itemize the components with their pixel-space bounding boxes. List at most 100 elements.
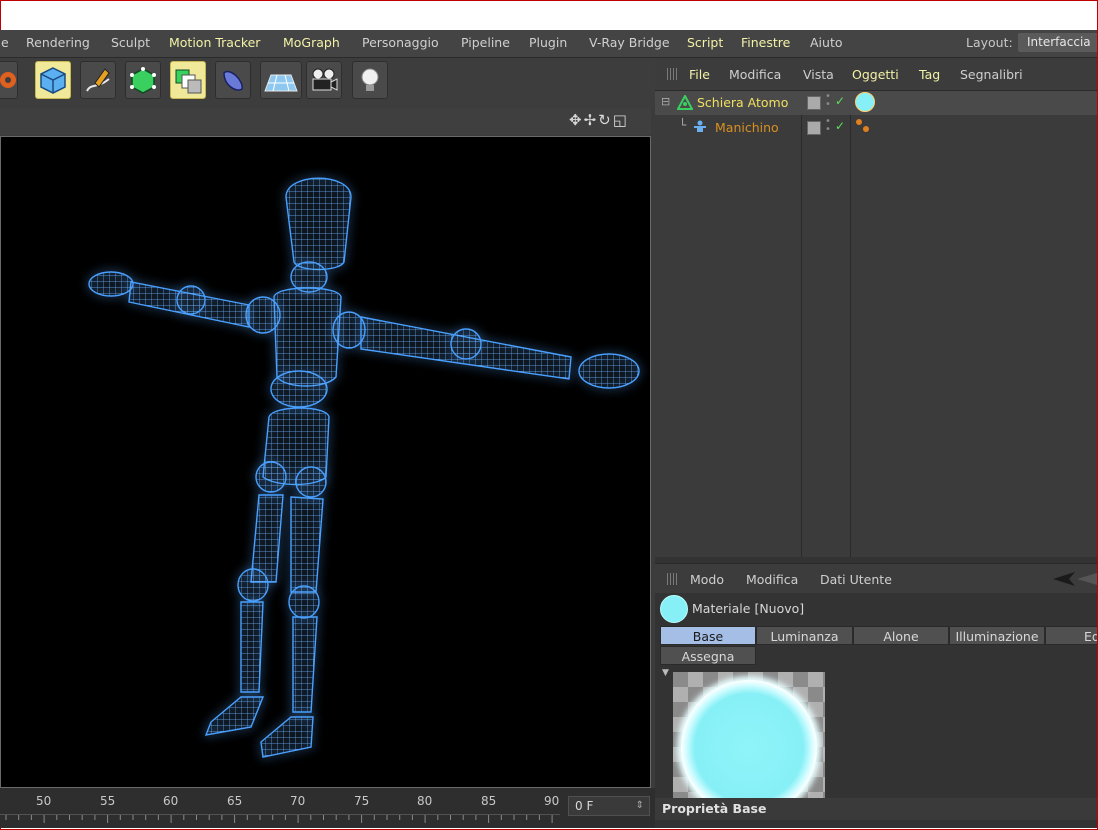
am-menu-dati-utente[interactable]: Dati Utente <box>820 572 892 587</box>
object-manager: ⊟ Schiera Atomo • • ✓ └ Manichino • • ✓ <box>655 91 1097 557</box>
menu-pipeline[interactable]: Pipeline <box>461 35 510 50</box>
floor-icon <box>264 74 298 92</box>
tab-edit[interactable]: Edit <box>1045 626 1097 645</box>
menu-rendering[interactable]: Rendering <box>26 35 90 50</box>
figure-icon <box>694 120 706 132</box>
tree-branch-icon: └ <box>679 118 687 132</box>
render-settings-icon <box>0 72 16 88</box>
camera-button[interactable] <box>306 61 342 99</box>
pen-spline-icon <box>86 68 110 92</box>
om-menu-vista[interactable]: Vista <box>803 67 834 82</box>
enabled-check-icon[interactable]: ✓ <box>835 94 845 108</box>
layout-dropdown[interactable]: Interfaccia <box>1018 33 1097 52</box>
array-tool-button[interactable] <box>170 61 206 99</box>
material-tabs: Base Luminanza Alone Illuminazione Edit … <box>660 626 1097 666</box>
layer-toggle-icon[interactable] <box>807 96 821 110</box>
timeline-ruler[interactable] <box>0 814 560 824</box>
object-name[interactable]: Manichino <box>715 120 779 135</box>
tab-illuminazione[interactable]: Illuminazione <box>949 626 1045 645</box>
timeline-tick: 90 <box>544 794 560 808</box>
menu-mograph[interactable]: MoGraph <box>283 35 340 50</box>
deformer-icon <box>223 70 243 91</box>
timeline-tick: 55 <box>100 794 116 808</box>
pen-tool-button[interactable] <box>80 61 116 99</box>
om-menu-segnalibri[interactable]: Segnalibri <box>960 67 1023 82</box>
menu-plugin[interactable]: Plugin <box>529 35 567 50</box>
material-swatch-icon <box>660 595 688 623</box>
attribute-manager-menubar: Modo Modifica Dati Utente <box>655 563 1097 594</box>
subdivision-icon <box>130 67 156 94</box>
menu-script[interactable]: Script <box>687 35 723 50</box>
tree-expand-icon[interactable]: ⊟ <box>661 95 670 108</box>
properties-header-bar: Proprietà Base <box>655 798 1097 820</box>
menu-vray-bridge[interactable]: V-Ray Bridge <box>589 35 670 50</box>
current-frame-field[interactable]: 0 F ⇕ <box>568 796 650 816</box>
timeline-tick: 75 <box>354 794 370 808</box>
tab-alone[interactable]: Alone <box>853 626 949 645</box>
timeline[interactable]: 50 55 60 65 70 75 80 85 90 0 F ⇕ <box>0 788 655 828</box>
timeline-tick: 85 <box>481 794 497 808</box>
frame-spinner-icon[interactable]: ⇕ <box>636 797 644 815</box>
subdivision-button[interactable] <box>125 61 161 99</box>
menu-personaggio[interactable]: Personaggio <box>362 35 439 50</box>
main-menubar: e Rendering Sculpt Motion Tracker MoGrap… <box>0 30 1097 58</box>
back-arrow-icon[interactable] <box>1053 572 1097 586</box>
current-frame-value: 0 F <box>575 799 594 813</box>
cube-tool-button[interactable] <box>35 61 71 99</box>
floor-button[interactable] <box>260 61 302 99</box>
column-divider <box>801 91 802 557</box>
am-menu-modifica[interactable]: Modifica <box>746 572 798 587</box>
atom-tag-icon[interactable] <box>855 118 871 134</box>
menu-finestre[interactable]: Finestre <box>741 35 790 50</box>
deformer-button[interactable] <box>215 61 251 99</box>
object-name[interactable]: Schiera Atomo <box>697 95 788 110</box>
om-menu-tag[interactable]: Tag <box>919 67 940 82</box>
visibility-dots-icon[interactable]: • • <box>825 117 831 135</box>
panel-grip-icon[interactable] <box>667 68 679 80</box>
atom-array-icon <box>677 95 693 110</box>
object-manager-menubar: File Modifica Vista Oggetti Tag Segnalib… <box>655 58 1097 91</box>
layer-toggle-icon[interactable] <box>807 121 821 135</box>
camera-icon <box>312 68 338 91</box>
om-menu-file[interactable]: File <box>689 67 710 82</box>
timeline-tick: 70 <box>290 794 306 808</box>
light-icon <box>361 68 379 91</box>
menu-item-partial[interactable]: e <box>1 35 9 50</box>
right-panel: File Modifica Vista Oggetti Tag Segnalib… <box>655 58 1097 828</box>
viewport-header: ✥✢↻◱ <box>0 108 651 135</box>
am-menu-modo[interactable]: Modo <box>690 572 724 587</box>
render-settings-button[interactable] <box>0 61 18 99</box>
panel-grip-icon[interactable] <box>667 573 679 585</box>
3d-viewport[interactable] <box>0 136 651 788</box>
timeline-tick: 80 <box>417 794 433 808</box>
timeline-tick: 60 <box>163 794 179 808</box>
material-title: Materiale [Nuovo] <box>692 601 805 616</box>
light-button[interactable] <box>352 61 388 99</box>
object-row[interactable]: └ Manichino • • ✓ <box>655 116 1097 140</box>
viewport-navigation-icons[interactable]: ✥✢↻◱ <box>569 111 629 129</box>
column-divider <box>850 91 851 557</box>
enabled-check-icon[interactable]: ✓ <box>835 119 845 133</box>
array-icon <box>175 69 202 94</box>
main-toolbar <box>0 58 655 108</box>
cinema4d-window: e Rendering Sculpt Motion Tracker MoGrap… <box>0 30 1097 828</box>
collapse-arrow-icon[interactable]: ▼ <box>662 668 669 678</box>
menu-motion-tracker[interactable]: Motion Tracker <box>169 35 260 50</box>
mannequin-wireframe <box>88 177 640 758</box>
om-menu-oggetti[interactable]: Oggetti <box>852 67 899 82</box>
tab-assegna[interactable]: Assegna <box>660 646 756 665</box>
tab-base[interactable]: Base <box>660 626 756 645</box>
material-header: Materiale [Nuovo] <box>655 593 1097 623</box>
menu-aiuto[interactable]: Aiuto <box>810 35 843 50</box>
layout-label: Layout: <box>966 35 1013 50</box>
material-tag-icon[interactable] <box>855 92 875 112</box>
object-row[interactable]: ⊟ Schiera Atomo • • ✓ <box>655 91 1097 115</box>
om-menu-modifica[interactable]: Modifica <box>729 67 781 82</box>
timeline-tick: 50 <box>36 794 52 808</box>
menu-sculpt[interactable]: Sculpt <box>111 35 150 50</box>
properties-section: Proprietà Base <box>655 798 1097 828</box>
tab-luminanza[interactable]: Luminanza <box>756 626 853 645</box>
visibility-dots-icon[interactable]: • • <box>825 92 831 110</box>
section-title: Proprietà Base <box>662 801 767 816</box>
timeline-tick: 65 <box>227 794 243 808</box>
